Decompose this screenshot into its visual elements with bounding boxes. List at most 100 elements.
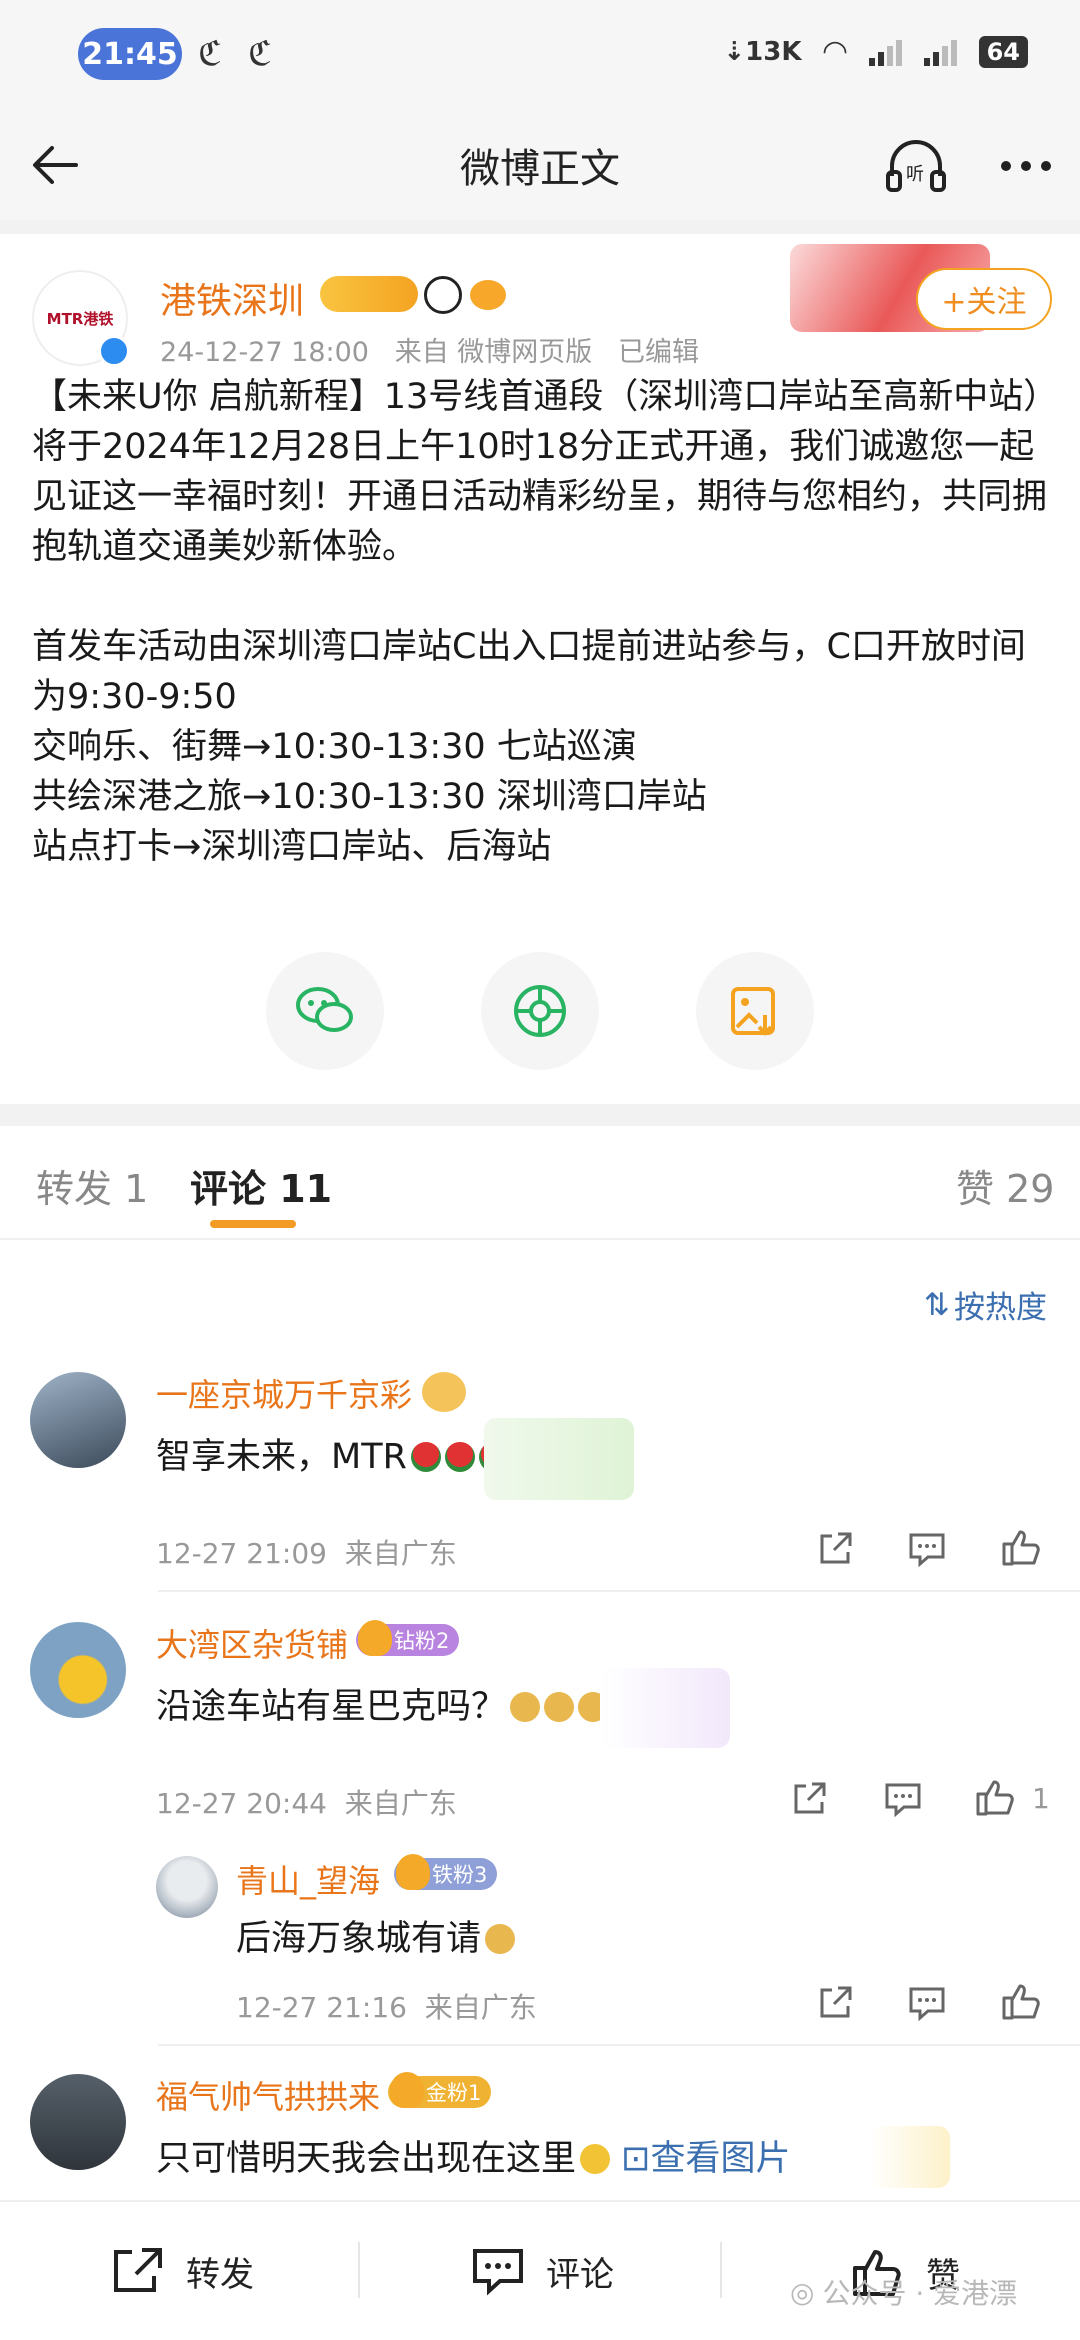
more-icon[interactable]: [994, 136, 1058, 196]
crying-laugh-icon: [580, 2144, 611, 2174]
commenter-name[interactable]: 福气帅气拱拱来: [156, 2072, 380, 2118]
comment-button[interactable]: 评论: [470, 2246, 614, 2296]
crown-icon: [390, 2072, 424, 2108]
fan-badge: 钻粉2: [356, 1620, 460, 1656]
divider: [0, 220, 1080, 234]
post-paragraph: 首发车活动由深圳湾口岸站C出入口提前进站参与，C口开放时间为9:30-9:50: [32, 627, 1026, 717]
fan-badge: 金粉1: [388, 2072, 492, 2108]
fan-badge: 铁粉3: [394, 1854, 498, 1890]
commenter-avatar[interactable]: [30, 1372, 126, 1468]
post-meta: 24-12-27 18:00 来自 微博网页版 已编辑: [160, 330, 699, 369]
sort-icon: ⇅: [924, 1286, 950, 1323]
post-paragraph: 交响乐、街舞→10:30-13:30 七站巡演: [32, 727, 637, 767]
divider: [720, 2242, 722, 2298]
post-paragraph: 共绘深港之旅→10:30-13:30 深圳湾口岸站: [32, 777, 707, 817]
member-crown-icon: [320, 276, 418, 312]
replier-name[interactable]: 青山_望海: [236, 1856, 380, 1902]
doge-icon: [485, 1924, 516, 1954]
commenter-avatar[interactable]: [30, 2074, 126, 2170]
wifi-icon: ◠: [823, 34, 847, 69]
like-icon[interactable]: [1000, 1526, 1042, 1568]
replier-avatar[interactable]: [156, 1856, 218, 1918]
comment-divider: [158, 1590, 1080, 1592]
fish-icon: [470, 280, 506, 310]
crown-icon: [422, 1372, 466, 1412]
share-row: [0, 952, 1080, 1072]
carrier-icon: ℭ: [198, 34, 222, 74]
post-date: 24-12-27 18:00: [160, 337, 369, 368]
share-icon[interactable]: [788, 1778, 830, 1820]
comment-icon[interactable]: [906, 1982, 948, 2024]
share-icon[interactable]: [814, 1982, 856, 2024]
rose-icon: [444, 1442, 475, 1472]
tab-comments[interactable]: 评论 11: [190, 1158, 332, 1213]
comment-tabs: 转发 1 评论 11 赞 29: [0, 1130, 1080, 1240]
divider: [358, 2242, 360, 2298]
repost-button[interactable]: 转发: [110, 2246, 254, 2296]
comment-icon[interactable]: [906, 1528, 948, 1570]
battery-icon: 64: [978, 35, 1028, 68]
avatar-logo-text: MTR港铁: [46, 309, 114, 328]
follow-button[interactable]: +关注: [916, 268, 1052, 330]
post-source: 来自 微博网页版: [394, 337, 593, 368]
download-speed: ⇣13K: [723, 36, 802, 67]
commenter-name[interactable]: 一座京城万千京彩: [156, 1370, 412, 1416]
nav-bar: 微博正文 听: [0, 110, 1080, 220]
crown-icon: [358, 1620, 392, 1656]
comment-text: 智享未来，MTR: [156, 1428, 509, 1479]
svg-text:听: 听: [906, 164, 924, 185]
wechat-icon: [296, 987, 353, 1032]
headphones-icon[interactable]: 听: [884, 136, 948, 196]
tab-repost[interactable]: 转发 1: [36, 1158, 148, 1213]
active-tab-indicator: [210, 1220, 296, 1228]
panda-icon: [424, 276, 462, 314]
repost-icon: [114, 2248, 162, 2292]
clock: 21:45: [78, 28, 182, 80]
signal-icon: [868, 38, 902, 66]
save-image-button[interactable]: [696, 952, 814, 1070]
wechat-icon: ◎: [790, 2275, 815, 2309]
wechat-share-button[interactable]: [266, 952, 384, 1070]
verified-icon: [98, 335, 130, 367]
post-paragraph: 【未来U你 启航新程】13号线首通段（深圳湾口岸站至高新中站）将于2024年12…: [32, 377, 1048, 567]
comment-meta: 12-27 21:09 来自广东: [156, 1537, 457, 1570]
post-paragraph: 站点打卡→深圳湾口岸站、后海站: [32, 827, 552, 867]
reply-meta: 12-27 21:16 来自广东: [236, 1991, 537, 2024]
status-bar: 21:45 ℭ ℭ ⇣13K ◠ 64: [0, 0, 1080, 110]
doge-icon: [510, 1692, 541, 1722]
comment-icon: [473, 2249, 523, 2296]
like-icon[interactable]: [974, 1776, 1016, 1818]
gold-sticker: [870, 2126, 950, 2188]
comment-meta: 12-27 20:44 来自广东: [156, 1787, 457, 1820]
comment-icon[interactable]: [882, 1778, 924, 1820]
view-image-link[interactable]: ⊡查看图片: [621, 2139, 790, 2179]
bottom-action-bar: 转发 评论 赞: [0, 2200, 1080, 2340]
rose-icon: [410, 1442, 441, 1472]
post-body: 【未来U你 启航新程】13号线首通段（深圳湾口岸站至高新中站）将于2024年12…: [32, 372, 1052, 872]
tab-likes[interactable]: 赞 29: [956, 1158, 1054, 1213]
moments-icon: [514, 985, 566, 1037]
post-paragraph: [32, 572, 1052, 622]
crown-icon: [396, 1854, 430, 1890]
sort-button[interactable]: ⇅ 按热度: [924, 1282, 1047, 1327]
moments-share-button[interactable]: [481, 952, 599, 1070]
comment-divider: [158, 2044, 1080, 2046]
post-edited: 已编辑: [618, 337, 700, 368]
author-name[interactable]: 港铁深圳: [160, 272, 304, 324]
commenter-name[interactable]: 大湾区杂货铺: [156, 1620, 348, 1666]
reply-text: 后海万象城有请: [236, 1910, 516, 1961]
like-count: 1: [1032, 1782, 1050, 1815]
infp-sticker: [484, 1418, 634, 1500]
save-image-icon: [731, 987, 775, 1036]
watermark: ◎ 公众号 · 爱港漂: [790, 2275, 1018, 2311]
comment-text: 只可惜明天我会出现在这里 ⊡查看图片: [156, 2139, 791, 2179]
like-icon[interactable]: [1000, 1980, 1042, 2022]
comment-text: 沿途车站有星巴克吗？: [156, 1678, 609, 1729]
commenter-avatar[interactable]: [30, 1622, 126, 1718]
carrier-icon: ℭ: [248, 34, 272, 74]
signal-icon: [923, 38, 957, 66]
doge-icon: [544, 1692, 575, 1722]
divider: [0, 1104, 1080, 1126]
share-icon[interactable]: [814, 1528, 856, 1570]
diamond-sticker: [600, 1668, 730, 1748]
